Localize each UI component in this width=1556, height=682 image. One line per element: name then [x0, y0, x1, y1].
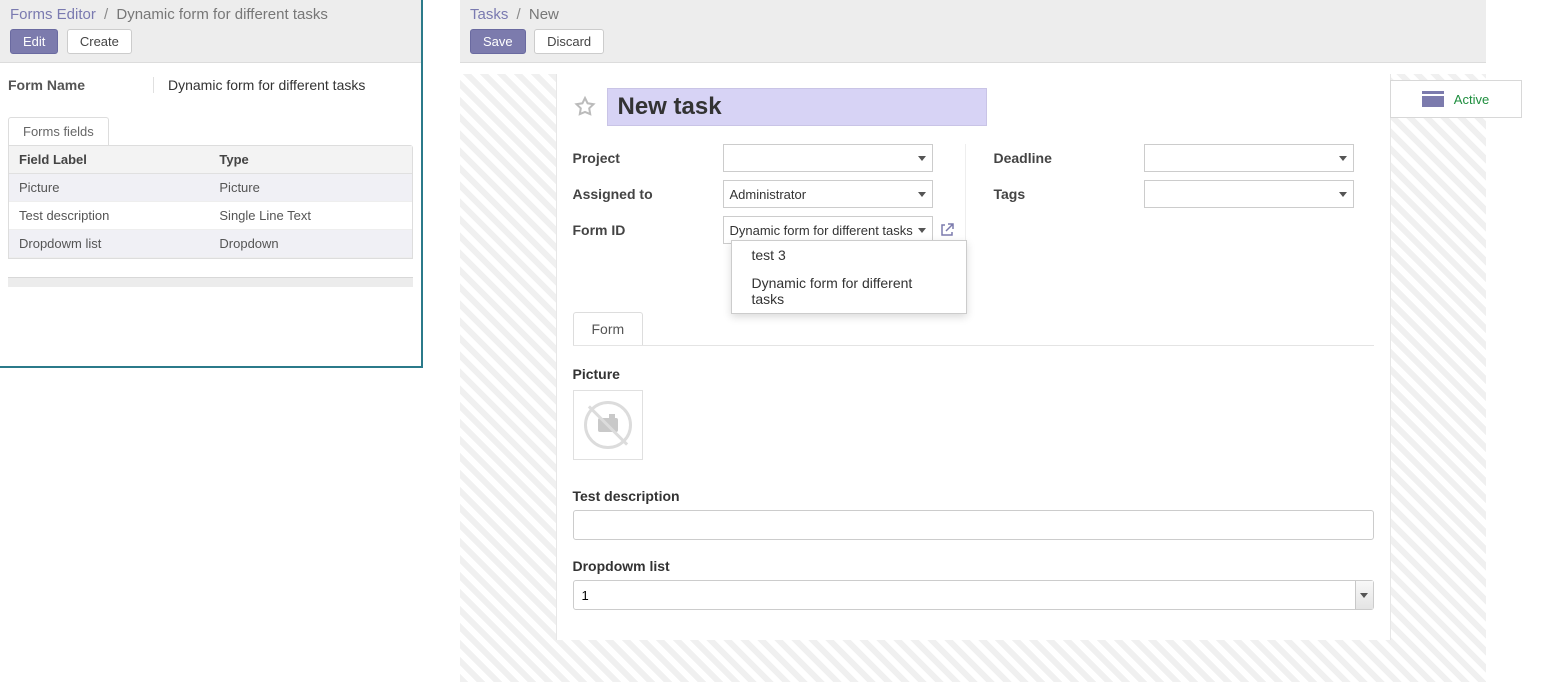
- right-column: Deadline Tags: [994, 144, 1374, 252]
- notebook-tabs: Form: [573, 312, 1374, 346]
- tags-select[interactable]: [1144, 180, 1354, 208]
- breadcrumb-current: Dynamic form for different tasks: [116, 6, 327, 23]
- status-label: Active: [1454, 92, 1489, 107]
- breadcrumb-root[interactable]: Forms Editor: [10, 6, 96, 23]
- select-arrow-button[interactable]: [1355, 581, 1373, 609]
- control-panel-right: Tasks / New Save Discard: [460, 0, 1486, 63]
- fields-table-wrapper: Field Label Type Picture Picture Test de…: [8, 145, 413, 259]
- tab-forms-fields[interactable]: Forms fields: [8, 117, 109, 145]
- dropdown-list-value: 1: [582, 588, 589, 603]
- breadcrumb-separator: /: [104, 6, 108, 23]
- assigned-to-label: Assigned to: [573, 186, 723, 202]
- chevron-down-icon: [1339, 156, 1347, 161]
- chevron-down-icon: [918, 192, 926, 197]
- title-row: [573, 88, 1374, 126]
- assigned-to-value: Administrator: [730, 187, 807, 202]
- edit-button[interactable]: Edit: [10, 29, 58, 54]
- form-id-dropdown-menu: test 3 Dynamic form for different tasks: [731, 240, 967, 314]
- deadline-label: Deadline: [994, 150, 1144, 166]
- sheet-background: Active Project Assigned to: [460, 74, 1486, 682]
- form-id-option[interactable]: test 3: [732, 241, 966, 269]
- discard-button[interactable]: Discard: [534, 29, 604, 54]
- breadcrumb-current: New: [529, 6, 559, 23]
- breadcrumb-separator: /: [517, 6, 521, 23]
- archive-icon: [1422, 91, 1444, 107]
- project-label: Project: [573, 150, 723, 166]
- form-name-label: Form Name: [8, 77, 154, 93]
- chevron-down-icon: [918, 156, 926, 161]
- save-button[interactable]: Save: [470, 29, 526, 54]
- forms-editor-panel: Forms Editor / Dynamic form for differen…: [0, 0, 423, 368]
- col-type[interactable]: Type: [209, 146, 412, 174]
- picture-upload[interactable]: [573, 390, 643, 460]
- breadcrumb: Tasks / New: [470, 6, 1476, 23]
- deadline-select[interactable]: [1144, 144, 1354, 172]
- cell-label: Dropdowm list: [9, 230, 209, 258]
- cell-type: Single Line Text: [209, 202, 412, 230]
- dropdown-list-label: Dropdowm list: [573, 558, 1374, 574]
- star-icon[interactable]: [573, 95, 597, 119]
- chevron-down-icon: [918, 228, 926, 233]
- task-form-sheet: Active Project Assigned to: [556, 74, 1391, 640]
- test-description-label: Test description: [573, 488, 1374, 504]
- form-id-option[interactable]: Dynamic form for different tasks: [732, 269, 966, 313]
- control-panel-left: Forms Editor / Dynamic form for differen…: [0, 0, 421, 63]
- form-sheet-left: Form Name Dynamic form for different tas…: [0, 63, 421, 287]
- breadcrumb-root[interactable]: Tasks: [470, 6, 508, 23]
- external-link-icon[interactable]: [939, 222, 955, 238]
- form-id-label: Form ID: [573, 222, 723, 238]
- task-title-input[interactable]: [607, 88, 987, 126]
- breadcrumb: Forms Editor / Dynamic form for differen…: [10, 6, 411, 23]
- camera-icon: [598, 418, 618, 432]
- chevron-down-icon: [1339, 192, 1347, 197]
- horizontal-scrollbar[interactable]: [8, 277, 413, 287]
- form-name-value: Dynamic form for different tasks: [154, 77, 365, 93]
- tags-label: Tags: [994, 186, 1144, 202]
- table-row[interactable]: Dropdowm list Dropdown: [9, 230, 412, 258]
- dropdown-list-select[interactable]: 1: [573, 580, 1374, 610]
- cell-type: Dropdown: [209, 230, 412, 258]
- project-select[interactable]: [723, 144, 933, 172]
- left-column: Project Assigned to Administrator: [573, 144, 966, 252]
- tab-form[interactable]: Form: [573, 312, 644, 345]
- fields-table: Field Label Type Picture Picture Test de…: [9, 146, 412, 258]
- picture-label: Picture: [573, 366, 1374, 382]
- assigned-to-select[interactable]: Administrator: [723, 180, 933, 208]
- tasks-panel: Tasks / New Save Discard: [460, 0, 1486, 63]
- chevron-down-icon: [1360, 593, 1368, 598]
- status-active-button[interactable]: Active: [1390, 80, 1522, 118]
- cell-label: Picture: [9, 174, 209, 202]
- col-field-label[interactable]: Field Label: [9, 146, 209, 174]
- no-image-icon: [584, 401, 632, 449]
- table-row[interactable]: Test description Single Line Text: [9, 202, 412, 230]
- form-id-value: Dynamic form for different tasks: [730, 223, 913, 238]
- test-description-input[interactable]: [573, 510, 1374, 540]
- form-name-row: Form Name Dynamic form for different tas…: [8, 77, 413, 93]
- create-button[interactable]: Create: [67, 29, 132, 54]
- cell-type: Picture: [209, 174, 412, 202]
- table-row[interactable]: Picture Picture: [9, 174, 412, 202]
- field-columns: Project Assigned to Administrator: [573, 144, 1374, 252]
- cell-label: Test description: [9, 202, 209, 230]
